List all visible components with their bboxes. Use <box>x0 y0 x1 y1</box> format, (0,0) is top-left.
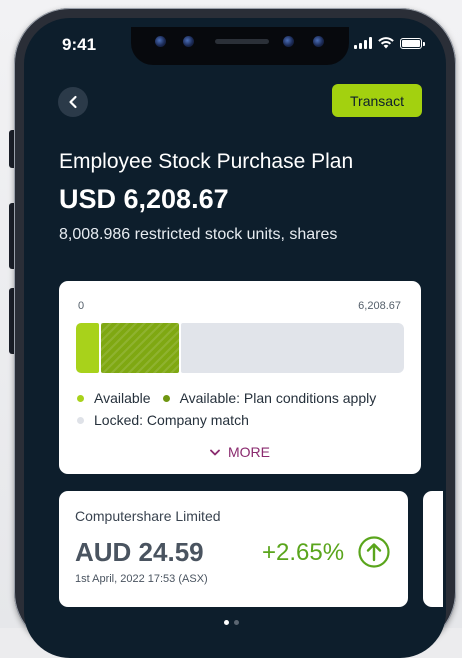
pager-dot-active[interactable] <box>223 620 229 625</box>
legend-dot-conditions <box>162 394 170 402</box>
next-card-peek[interactable] <box>423 491 443 607</box>
camera-icon <box>283 36 294 47</box>
carousel-pager <box>0 620 462 625</box>
pager-dot[interactable] <box>233 620 239 625</box>
legend-label: Available: Plan conditions apply <box>179 390 377 406</box>
more-label: MORE <box>228 444 270 460</box>
available-segment <box>76 323 99 373</box>
more-button[interactable]: MORE <box>59 444 421 460</box>
notch <box>131 27 349 65</box>
status-time: 9:41 <box>62 35 97 54</box>
camera-icon <box>155 36 166 47</box>
chevron-down-icon <box>210 449 220 455</box>
price-timestamp: 1st April, 2022 17:53 (ASX) <box>75 573 208 585</box>
company-name: Computershare Limited <box>75 508 221 524</box>
chevron-left-icon <box>69 95 77 109</box>
balance-card: 0 6,208.67 Available Available: Plan con… <box>59 281 421 474</box>
camera-icon <box>313 36 324 47</box>
scale-max-label: 6,208.67 <box>358 300 401 312</box>
camera-icon <box>183 36 194 47</box>
legend-dot-locked <box>77 416 84 424</box>
plan-total-amount: USD 6,208.67 <box>59 184 229 214</box>
legend-item-locked: Locked: Company match <box>77 412 249 428</box>
back-button[interactable] <box>58 87 88 117</box>
legend-dot-available <box>77 394 84 402</box>
locked-segment <box>181 323 404 373</box>
status-icons <box>354 37 425 49</box>
speaker-grille <box>215 39 269 44</box>
balance-bar <box>76 323 404 373</box>
page-title: Employee Stock Purchase Plan <box>59 150 354 173</box>
plan-conditions-segment <box>101 323 179 373</box>
cellular-signal-icon <box>354 37 372 49</box>
legend: Available Available: Plan conditions app… <box>77 387 388 431</box>
price-change: +2.65% <box>262 539 345 566</box>
stock-price-card[interactable]: Computershare Limited AUD 24.59 1st Apri… <box>59 491 408 607</box>
legend-item-available: Available <box>77 390 151 406</box>
arrow-up-circle-icon <box>358 536 390 568</box>
legend-item-conditions: Available: Plan conditions apply <box>162 390 377 406</box>
share-price: AUD 24.59 <box>75 537 204 567</box>
battery-icon <box>400 37 425 49</box>
legend-label: Locked: Company match <box>94 412 249 428</box>
transact-button[interactable]: Transact <box>332 84 422 117</box>
wifi-icon <box>378 37 394 49</box>
legend-label: Available <box>94 390 151 406</box>
scale-min-label: 0 <box>78 300 85 312</box>
plan-units: 8,008.986 restricted stock units, shares <box>59 226 338 243</box>
